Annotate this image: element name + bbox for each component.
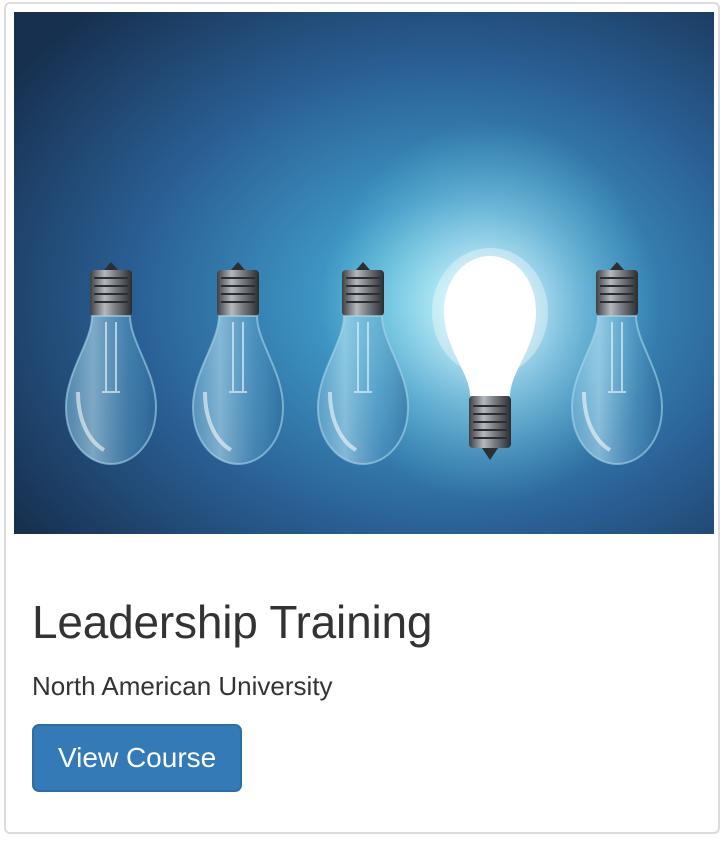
institution-name: North American University xyxy=(32,671,333,701)
course-thumbnail[interactable] xyxy=(14,12,714,534)
lightbulb-image xyxy=(14,12,714,534)
view-course-button[interactable]: View Course xyxy=(32,724,243,792)
course-card: Leadership Training North American Unive… xyxy=(4,2,720,834)
course-title: Leadership Training xyxy=(32,596,433,648)
card-caption: Leadership Training North American Unive… xyxy=(32,594,698,702)
